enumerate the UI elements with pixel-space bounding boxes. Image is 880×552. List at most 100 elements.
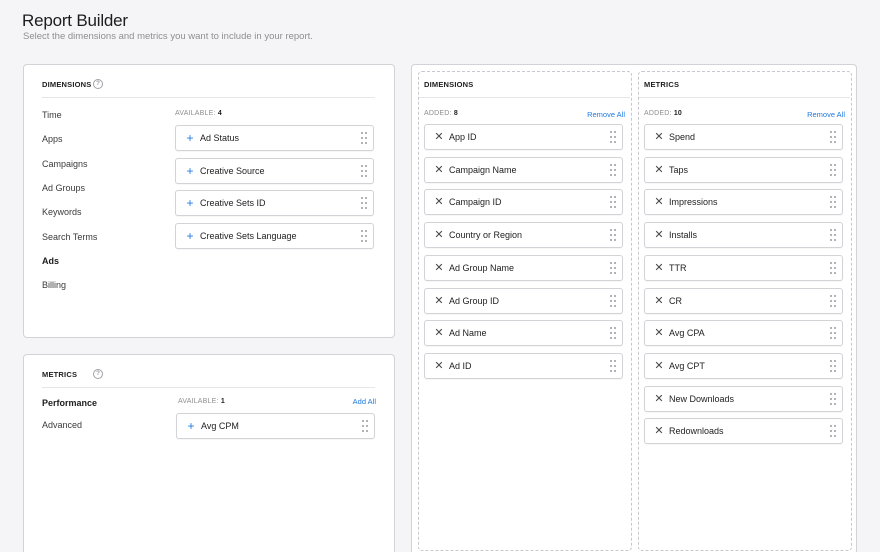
plus-icon[interactable]: + bbox=[185, 131, 195, 145]
x-icon[interactable]: ✕ bbox=[654, 195, 664, 209]
drag-handle-icon[interactable] bbox=[830, 327, 836, 340]
x-icon[interactable]: ✕ bbox=[654, 261, 664, 275]
plus-icon[interactable]: + bbox=[185, 164, 195, 178]
available-item-creative-source[interactable]: + Creative Source bbox=[175, 157, 374, 184]
remove-all-button[interactable]: Remove All bbox=[587, 110, 625, 119]
added-item-ad-group-name[interactable]: ✕ Ad Group Name bbox=[424, 254, 623, 281]
drag-handle-icon[interactable] bbox=[361, 230, 367, 243]
plus-icon[interactable]: + bbox=[185, 196, 195, 210]
item-label: New Downloads bbox=[669, 393, 735, 404]
drag-handle-icon[interactable] bbox=[361, 132, 367, 144]
added-item-avg-cpt[interactable]: ✕ Avg CPT bbox=[644, 352, 843, 379]
added-item-installs[interactable]: ✕ Installs bbox=[644, 222, 843, 249]
drag-handle-icon[interactable] bbox=[830, 359, 836, 372]
drag-handle-icon[interactable] bbox=[610, 294, 616, 307]
x-icon[interactable]: ✕ bbox=[434, 228, 444, 242]
item-label: Ad Group Name bbox=[449, 262, 515, 273]
added-item-ad-id[interactable]: ✕ Ad ID bbox=[424, 352, 623, 379]
item-label: App ID bbox=[449, 132, 477, 142]
divider bbox=[42, 97, 375, 98]
available-item-ad-status[interactable]: + Ad Status bbox=[175, 125, 374, 151]
added-item-spend[interactable]: ✕ Spend bbox=[644, 124, 843, 150]
added-item-cr[interactable]: ✕ CR bbox=[644, 287, 843, 314]
category-advanced[interactable]: Advanced bbox=[42, 420, 82, 430]
x-icon[interactable]: ✕ bbox=[434, 359, 444, 373]
category-billing[interactable]: Billing bbox=[42, 280, 66, 290]
drag-handle-icon[interactable] bbox=[830, 425, 836, 438]
item-label: Avg CPT bbox=[669, 360, 705, 371]
available-item-avg-cpm[interactable]: + Avg CPM bbox=[176, 413, 375, 439]
category-performance[interactable]: Performance bbox=[42, 398, 97, 408]
x-icon[interactable]: ✕ bbox=[654, 294, 664, 308]
drag-handle-icon[interactable] bbox=[361, 197, 367, 210]
category-keywords[interactable]: Keywords bbox=[42, 207, 82, 217]
drag-handle-icon[interactable] bbox=[830, 131, 836, 143]
x-icon[interactable]: ✕ bbox=[434, 130, 444, 144]
x-icon[interactable]: ✕ bbox=[434, 294, 444, 308]
drag-handle-icon[interactable] bbox=[830, 163, 836, 176]
drag-handle-icon[interactable] bbox=[830, 261, 836, 274]
added-item-avg-cpa[interactable]: ✕ Avg CPA bbox=[644, 320, 843, 347]
plus-icon[interactable]: + bbox=[186, 419, 196, 433]
x-icon[interactable]: ✕ bbox=[434, 163, 444, 177]
drag-handle-icon[interactable] bbox=[830, 196, 836, 209]
item-label: Installs bbox=[669, 230, 698, 241]
drag-handle-icon[interactable] bbox=[610, 196, 616, 209]
added-item-country-or-region[interactable]: ✕ Country or Region bbox=[424, 222, 623, 249]
add-all-button[interactable]: Add All bbox=[353, 397, 376, 406]
category-time[interactable]: Time bbox=[42, 110, 62, 120]
x-icon[interactable]: ✕ bbox=[654, 163, 664, 177]
item-label: Creative Source bbox=[200, 165, 265, 176]
added-item-ad-name[interactable]: ✕ Ad Name bbox=[424, 320, 623, 347]
added-item-taps[interactable]: ✕ Taps bbox=[644, 156, 843, 183]
drag-handle-icon[interactable] bbox=[830, 294, 836, 307]
x-icon[interactable]: ✕ bbox=[654, 228, 664, 242]
item-label: Ad ID bbox=[449, 360, 472, 371]
x-icon[interactable]: ✕ bbox=[654, 424, 664, 438]
drag-handle-icon[interactable] bbox=[610, 261, 616, 274]
help-circle-icon[interactable]: ? bbox=[93, 79, 103, 89]
added-metrics-title: METRICS bbox=[644, 80, 680, 89]
added-item-new-downloads[interactable]: ✕ New Downloads bbox=[644, 385, 843, 412]
category-apps[interactable]: Apps bbox=[42, 134, 63, 144]
drag-handle-icon[interactable] bbox=[610, 229, 616, 242]
plus-icon[interactable]: + bbox=[185, 229, 195, 243]
category-search-terms[interactable]: Search Terms bbox=[42, 232, 97, 242]
x-icon[interactable]: ✕ bbox=[654, 326, 664, 340]
drag-handle-icon[interactable] bbox=[610, 359, 616, 372]
added-count-label: ADDED: 8 bbox=[424, 110, 458, 117]
drag-handle-icon[interactable] bbox=[610, 163, 616, 176]
x-icon[interactable]: ✕ bbox=[434, 195, 444, 209]
drag-handle-icon[interactable] bbox=[830, 392, 836, 405]
x-icon[interactable]: ✕ bbox=[654, 392, 664, 406]
added-item-ad-group-id[interactable]: ✕ Ad Group ID bbox=[424, 287, 623, 314]
added-item-campaign-name[interactable]: ✕ Campaign Name bbox=[424, 156, 623, 183]
available-item-creative-sets-language[interactable]: + Creative Sets Language bbox=[175, 223, 374, 250]
drag-handle-icon[interactable] bbox=[610, 131, 616, 143]
category-campaigns[interactable]: Campaigns bbox=[42, 159, 88, 169]
page-title: Report Builder bbox=[22, 11, 128, 30]
drag-handle-icon[interactable] bbox=[362, 420, 368, 432]
x-icon[interactable]: ✕ bbox=[654, 130, 664, 144]
added-item-app-id[interactable]: ✕ App ID bbox=[424, 124, 623, 150]
available-item-creative-sets-id[interactable]: + Creative Sets ID bbox=[175, 190, 374, 217]
added-item-ttr[interactable]: ✕ TTR bbox=[644, 254, 843, 281]
added-item-redownloads[interactable]: ✕ Redownloads bbox=[644, 418, 843, 445]
x-icon[interactable]: ✕ bbox=[434, 261, 444, 275]
item-label: Country or Region bbox=[449, 230, 523, 241]
category-ad-groups[interactable]: Ad Groups bbox=[42, 183, 85, 193]
x-icon[interactable]: ✕ bbox=[654, 359, 664, 373]
help-circle-icon[interactable]: ? bbox=[93, 369, 103, 379]
item-label: TTR bbox=[669, 262, 687, 273]
drag-handle-icon[interactable] bbox=[361, 164, 367, 177]
x-icon[interactable]: ✕ bbox=[434, 326, 444, 340]
added-item-impressions[interactable]: ✕ Impressions bbox=[644, 189, 843, 216]
drag-handle-icon[interactable] bbox=[610, 327, 616, 340]
category-ads[interactable]: Ads bbox=[42, 256, 59, 266]
added-count: 8 bbox=[453, 110, 458, 117]
available-count: 4 bbox=[217, 110, 222, 117]
remove-all-button[interactable]: Remove All bbox=[807, 110, 845, 119]
added-item-campaign-id[interactable]: ✕ Campaign ID bbox=[424, 189, 623, 216]
metrics-title: METRICS bbox=[42, 370, 78, 379]
drag-handle-icon[interactable] bbox=[830, 229, 836, 242]
